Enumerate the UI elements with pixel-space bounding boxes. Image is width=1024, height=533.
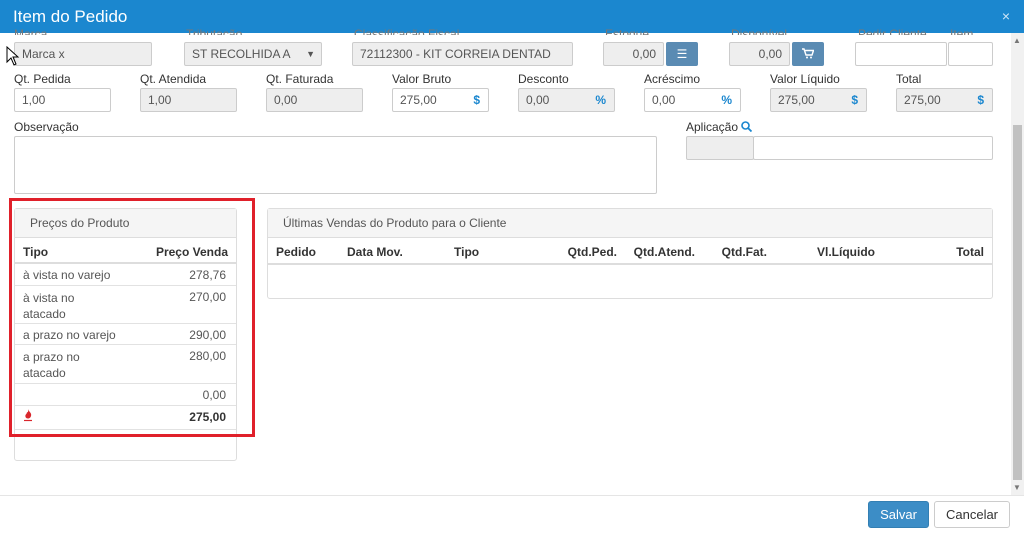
dollar-icon: $ bbox=[851, 93, 858, 107]
label-estoque: Estoque bbox=[605, 27, 650, 35]
desconto-field[interactable]: 0,00 % bbox=[518, 88, 615, 112]
pedir-cliente-input[interactable] bbox=[855, 42, 947, 66]
chevron-down-icon: ▼ bbox=[306, 49, 315, 59]
col-tipo: Tipo bbox=[454, 245, 480, 259]
estoque-field[interactable]: 0,00 bbox=[603, 42, 664, 66]
estoque-list-button[interactable]: ☰ bbox=[666, 42, 698, 66]
valor-bruto-value: 275,00 bbox=[400, 93, 437, 107]
valor-bruto-input[interactable]: 275,00 $ bbox=[392, 88, 489, 112]
dialog-footer: Salvar Cancelar bbox=[0, 495, 1024, 533]
label-qt-atendida: Qt. Atendida bbox=[140, 72, 207, 86]
col-total: Total bbox=[956, 245, 984, 259]
total-field[interactable]: 275,00 $ bbox=[896, 88, 993, 112]
acrescimo-value: 0,00 bbox=[652, 93, 676, 107]
label-pedir-cliente: Pedir Cliente bbox=[858, 27, 927, 35]
qt-faturada-field[interactable]: 0,00 bbox=[266, 88, 363, 112]
label-acrescimo: Acréscimo bbox=[644, 72, 701, 86]
label-qt-faturada: Qt. Faturada bbox=[266, 72, 334, 86]
search-icon[interactable] bbox=[741, 121, 752, 132]
qt-atendida-field[interactable]: 1,00 bbox=[140, 88, 237, 112]
cart-icon bbox=[802, 48, 815, 59]
col-qtd-ped: Qtd.Ped. bbox=[567, 245, 617, 259]
desconto-value: 0,00 bbox=[526, 93, 550, 107]
label-tributacao: Tributação bbox=[186, 27, 243, 35]
save-button[interactable]: Salvar bbox=[868, 501, 929, 528]
total-value: 275,00 bbox=[904, 93, 941, 107]
disponivel-field[interactable]: 0,00 bbox=[729, 42, 790, 66]
col-data-mov: Data Mov. bbox=[347, 245, 403, 259]
aplicacao-desc-field[interactable] bbox=[753, 136, 993, 160]
label-desconto: Desconto bbox=[518, 72, 569, 86]
label-observacao: Observação bbox=[14, 120, 79, 134]
aplicacao-code-field[interactable] bbox=[686, 136, 754, 160]
ultimas-vendas-title: Últimas Vendas do Produto para o Cliente bbox=[268, 209, 992, 238]
list-icon: ☰ bbox=[676, 47, 688, 61]
scroll-down-icon[interactable]: ▼ bbox=[1013, 483, 1021, 492]
close-icon[interactable]: × bbox=[1002, 8, 1010, 24]
valor-liquido-value: 275,00 bbox=[778, 93, 815, 107]
col-vl-liquido: Vl.Líquido bbox=[817, 245, 875, 259]
col-qtd-atend: Qtd.Atend. bbox=[633, 245, 695, 259]
col-qtd-fat: Qtd.Fat. bbox=[721, 245, 767, 259]
label-qt-pedida: Qt. Pedida bbox=[14, 72, 71, 86]
label-aplicacao: Aplicação bbox=[686, 120, 739, 134]
tributacao-select[interactable]: ST RECOLHIDA A ▼ bbox=[184, 42, 322, 66]
observacao-textarea[interactable] bbox=[14, 136, 657, 194]
label-marca: Marca bbox=[14, 27, 48, 35]
valor-liquido-field[interactable]: 275,00 $ bbox=[770, 88, 867, 112]
dollar-icon: $ bbox=[473, 93, 480, 107]
dialog-title: Item do Pedido bbox=[13, 7, 128, 26]
cancel-button[interactable]: Cancelar bbox=[934, 501, 1010, 528]
dollar-icon: $ bbox=[977, 93, 984, 107]
percent-icon: % bbox=[721, 93, 732, 107]
item-input[interactable] bbox=[948, 42, 993, 66]
label-total: Total bbox=[896, 72, 922, 86]
mouse-cursor-icon bbox=[6, 46, 20, 66]
percent-icon: % bbox=[595, 93, 606, 107]
qt-pedida-input[interactable]: 1,00 bbox=[14, 88, 111, 112]
label-valor-liquido: Valor Líquido bbox=[770, 72, 840, 86]
ultimas-vendas-header-row: Pedido Data Mov. Tipo Qtd.Ped. Qtd.Atend… bbox=[268, 239, 992, 265]
label-disponivel: Disponível bbox=[731, 27, 788, 35]
acrescimo-input[interactable]: 0,00 % bbox=[644, 88, 741, 112]
disponivel-cart-button[interactable] bbox=[792, 42, 824, 66]
tributacao-value: ST RECOLHIDA A bbox=[192, 47, 291, 61]
label-item: Item bbox=[950, 27, 974, 35]
label-valor-bruto: Valor Bruto bbox=[392, 72, 452, 86]
marca-field[interactable]: Marca x bbox=[14, 42, 152, 66]
col-pedido: Pedido bbox=[276, 245, 317, 259]
classificacao-field[interactable]: 72112300 - KIT CORREIA DENTAD bbox=[352, 42, 573, 66]
scroll-up-icon[interactable]: ▲ bbox=[1013, 36, 1021, 45]
highlight-box bbox=[9, 198, 255, 437]
scrollbar-thumb[interactable] bbox=[1013, 125, 1022, 480]
ultimas-vendas-panel: Últimas Vendas do Produto para o Cliente… bbox=[267, 208, 993, 299]
label-classificacao: Classificação Fiscal bbox=[354, 27, 460, 35]
